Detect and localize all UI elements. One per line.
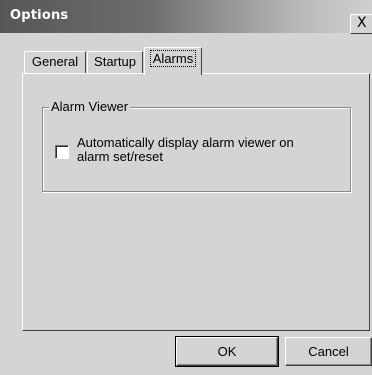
cancel-button[interactable]: Cancel: [285, 337, 372, 366]
tab-startup[interactable]: Startup: [87, 51, 143, 73]
tab-general[interactable]: General: [24, 51, 86, 73]
close-icon: X: [357, 15, 367, 31]
title-bar[interactable]: Options: [0, 0, 372, 33]
tab-general-label: General: [31, 54, 79, 69]
window-title: Options: [10, 8, 69, 23]
close-button[interactable]: X: [350, 14, 372, 34]
auto-display-alarm-viewer-checkbox[interactable]: [55, 145, 69, 159]
tab-startup-label: Startup: [94, 54, 136, 69]
ok-button[interactable]: OK: [175, 336, 279, 367]
checkbox-label-line2: alarm set/reset: [77, 149, 163, 164]
tab-alarms[interactable]: Alarms: [144, 47, 202, 75]
auto-display-alarm-viewer-label[interactable]: Automatically display alarm viewer on al…: [77, 136, 317, 164]
alarm-viewer-group-title: Alarm Viewer: [49, 99, 131, 114]
alarms-tab-page: Alarm Viewer Automatically display alarm…: [22, 73, 370, 331]
options-dialog: Options X General Startup Alarms Alarm V…: [0, 0, 372, 375]
tab-alarms-label: Alarms: [149, 50, 197, 67]
checkbox-label-line1: Automatically display alarm viewer on: [77, 135, 294, 150]
